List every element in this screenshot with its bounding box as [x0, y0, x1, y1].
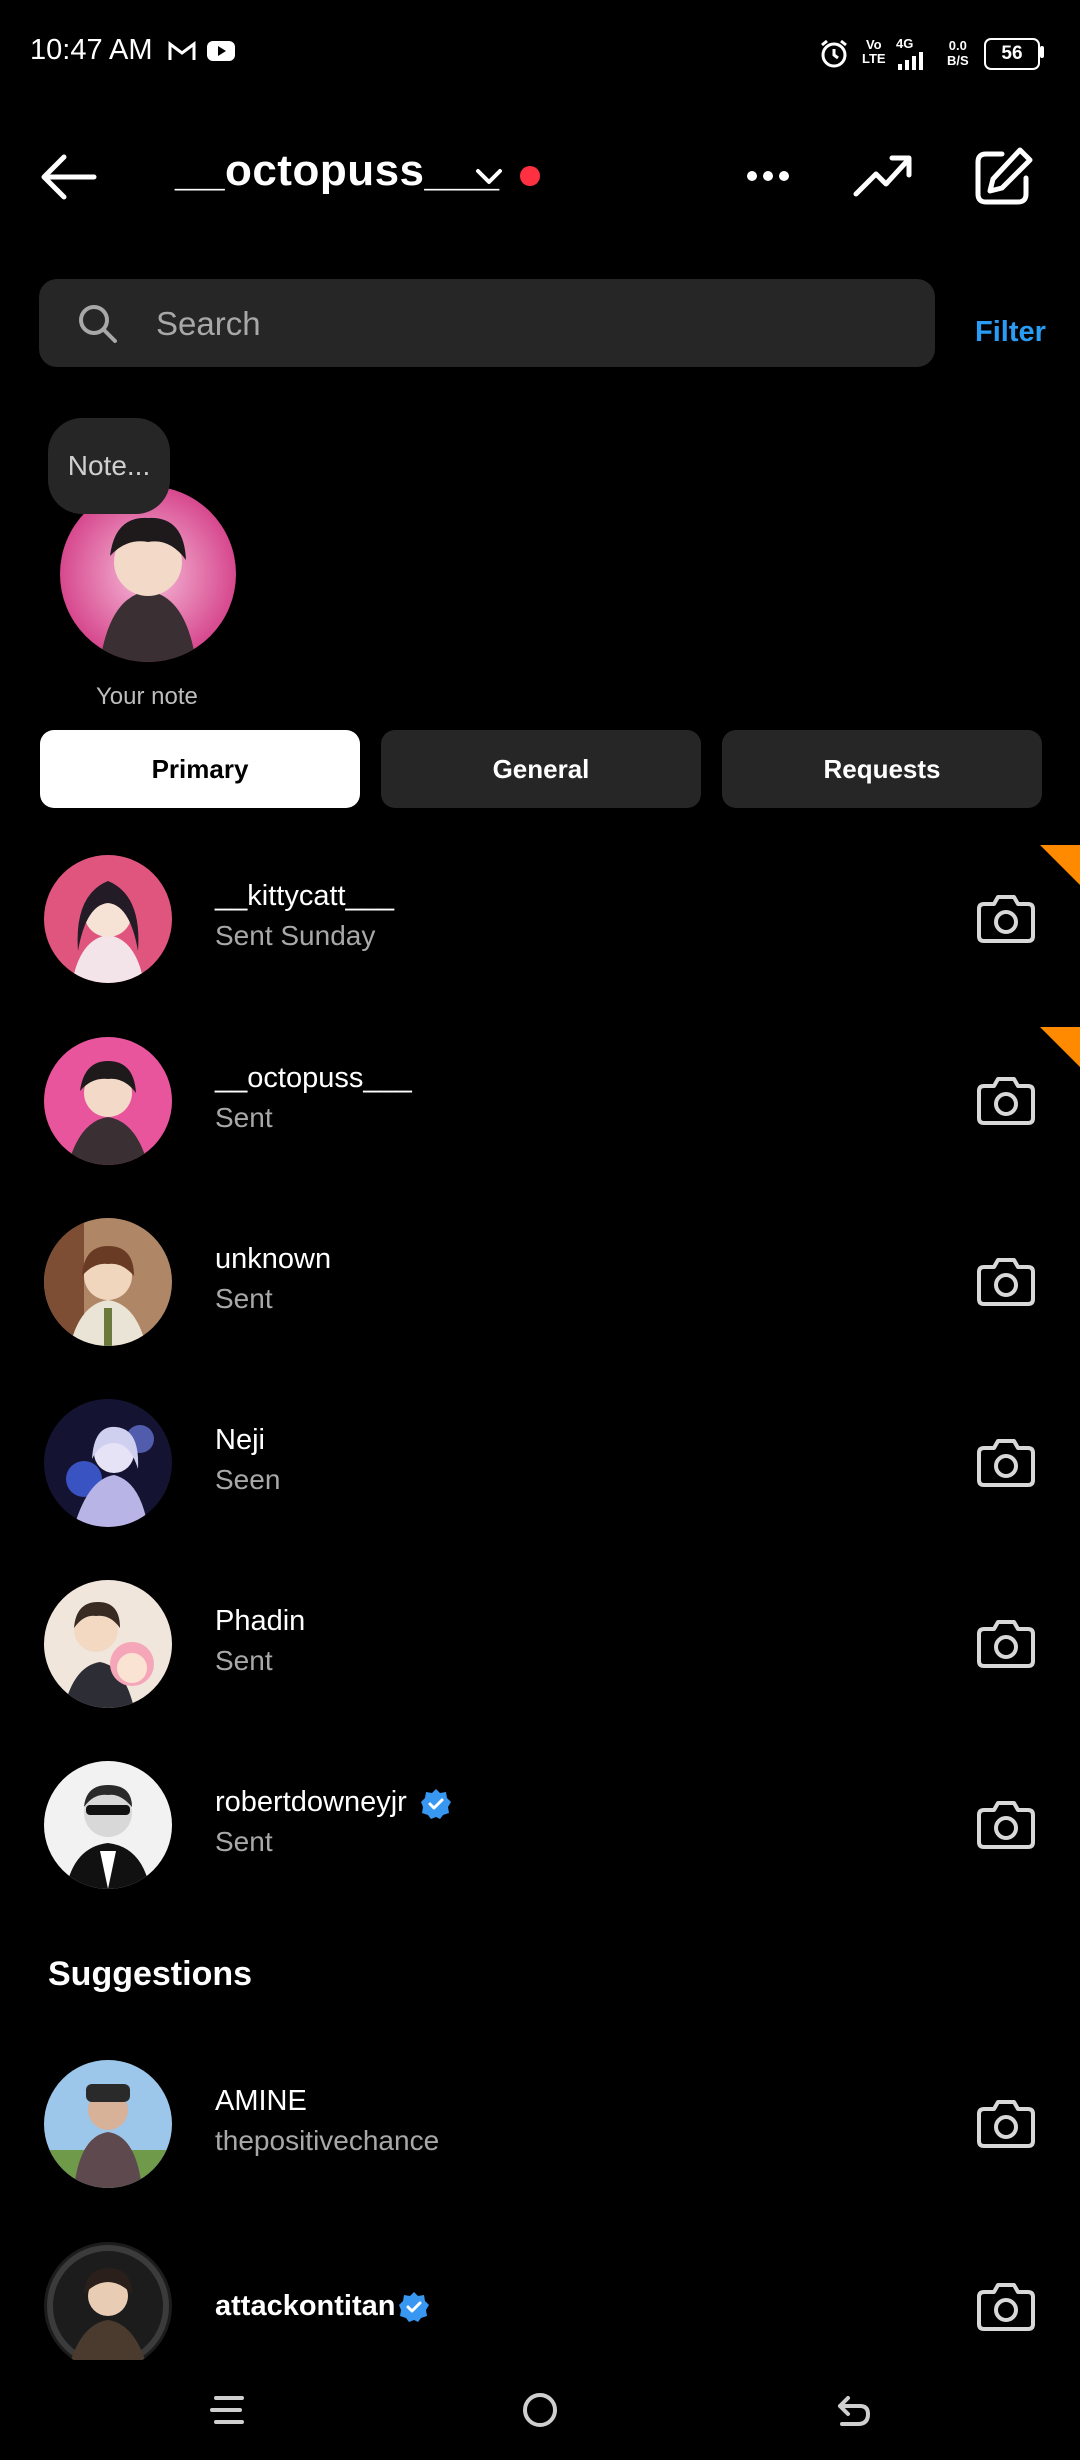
avatar[interactable]: [44, 1399, 172, 1527]
notification-dot: [520, 166, 540, 186]
avatar[interactable]: [44, 1218, 172, 1346]
tab-primary[interactable]: Primary: [40, 730, 360, 808]
avatar[interactable]: [44, 2060, 172, 2188]
tab-general-label: General: [492, 753, 590, 784]
conversation-name: __kittycatt___: [215, 880, 394, 912]
conversation-name: Neji: [215, 1424, 265, 1456]
conversation-status: Seen: [215, 1464, 281, 1495]
avatar-image: [44, 1037, 172, 1165]
filter-button[interactable]: Filter: [975, 316, 1046, 349]
tab-primary-label: Primary: [151, 753, 249, 784]
suggestion-name: AMINE: [215, 2085, 307, 2117]
youtube-icon: [207, 41, 235, 61]
avatar[interactable]: [44, 1580, 172, 1708]
avatar[interactable]: [44, 855, 172, 983]
conversation-name: robertdowneyjr: [215, 1786, 407, 1818]
chevron-down-icon[interactable]: [474, 166, 504, 188]
camera-icon[interactable]: [976, 1255, 1036, 1307]
verified-badge-icon: [421, 1789, 451, 1819]
avatar[interactable]: [44, 1037, 172, 1165]
avatar-image: [44, 1761, 172, 1889]
suggestion-name: attackontitan: [215, 2290, 396, 2322]
trending-icon[interactable]: [852, 150, 914, 200]
back-arrow-icon[interactable]: [38, 152, 98, 202]
back-nav-icon[interactable]: [834, 2390, 874, 2430]
volte-indicator: Vo LTE: [862, 37, 886, 66]
search-icon: [79, 305, 117, 343]
avatar-image: [44, 1218, 172, 1346]
avatar[interactable]: [44, 1761, 172, 1889]
unread-corner-indicator: [1040, 1027, 1080, 1067]
recent-apps-icon[interactable]: [210, 2390, 246, 2430]
avatar-image: [44, 855, 172, 983]
more-options-icon[interactable]: [744, 166, 792, 186]
status-time: 10:47 AM: [30, 34, 153, 66]
camera-icon[interactable]: [976, 1617, 1036, 1669]
conversation-status: Sent: [215, 1645, 273, 1676]
camera-icon[interactable]: [976, 1798, 1036, 1850]
conversation-status: Sent: [215, 1102, 273, 1133]
tab-general[interactable]: General: [381, 730, 701, 808]
tab-requests-label: Requests: [823, 753, 941, 784]
verified-badge-icon: [399, 2292, 429, 2322]
avatar-image: [44, 1580, 172, 1708]
conversation-name: unknown: [215, 1243, 332, 1275]
camera-icon[interactable]: [976, 1074, 1036, 1126]
conversation-status: Sent: [215, 1826, 273, 1857]
note-bubble[interactable]: Note...: [48, 418, 170, 514]
note-label: Your note: [96, 683, 198, 710]
camera-icon[interactable]: [976, 1436, 1036, 1488]
search-placeholder[interactable]: Search: [156, 305, 261, 343]
compose-message-icon[interactable]: [972, 146, 1034, 208]
battery-tip: [1040, 46, 1044, 58]
network-4g-label: 4G: [896, 36, 914, 51]
camera-icon[interactable]: [976, 892, 1036, 944]
avatar[interactable]: [44, 2242, 172, 2370]
conversation-status: Sent Sunday: [215, 920, 376, 951]
conversation-name: __octopuss___: [215, 1062, 412, 1094]
suggestion-subtitle: thepositivechance: [215, 2125, 440, 2156]
camera-icon[interactable]: [976, 2280, 1036, 2332]
unread-corner-indicator: [1040, 845, 1080, 885]
conversation-name: Phadin: [215, 1605, 306, 1637]
gmail-icon: [168, 41, 196, 60]
avatar-image: [44, 2242, 172, 2370]
conversation-status: Sent: [215, 1283, 273, 1314]
tab-requests[interactable]: Requests: [722, 730, 1042, 808]
network-speed: 0.0 B/S: [947, 38, 969, 68]
note-bubble-text: Note...: [67, 450, 151, 481]
alarm-icon: [821, 39, 847, 68]
avatar-image: [44, 2060, 172, 2188]
signal-icon: [898, 52, 923, 70]
account-username[interactable]: __octopuss___: [175, 146, 499, 196]
camera-icon[interactable]: [976, 2097, 1036, 2149]
suggestions-heading: Suggestions: [48, 1955, 253, 1993]
avatar-image: [44, 1399, 172, 1527]
battery-level: 56: [1001, 43, 1023, 64]
battery-icon: 56: [984, 38, 1040, 70]
home-icon[interactable]: [520, 2390, 560, 2430]
